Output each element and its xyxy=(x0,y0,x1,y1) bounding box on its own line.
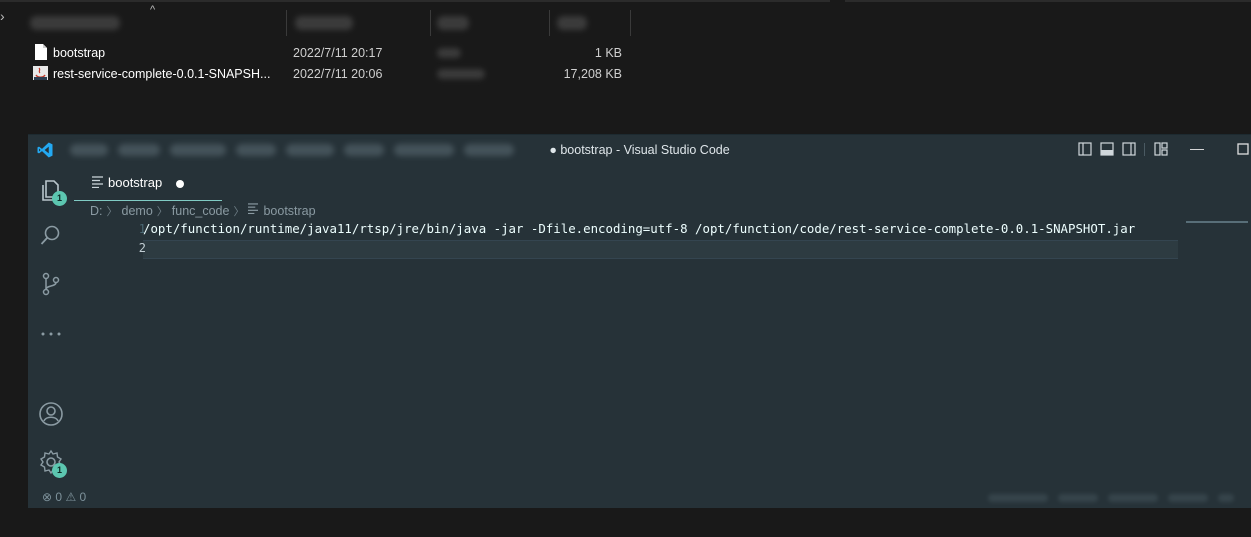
breadcrumb: D: 〉 demo 〉 func_code 〉 bootstrap xyxy=(90,203,316,219)
error-count: 0 xyxy=(55,490,63,504)
file-row[interactable]: rest-service-complete-0.0.1-SNAPSH... 20… xyxy=(0,64,640,84)
column-header-date[interactable] xyxy=(295,16,353,30)
java-jar-icon xyxy=(33,66,48,80)
status-item-blurred[interactable] xyxy=(1168,494,1208,502)
error-icon: ⊗ xyxy=(42,490,53,504)
customize-layout-icon[interactable] xyxy=(1154,142,1168,156)
column-separator[interactable] xyxy=(630,10,631,36)
breadcrumb-drive[interactable]: D: xyxy=(90,204,103,218)
vscode-window: ● bootstrap - Visual Studio Code — 1 1 b… xyxy=(28,134,1251,508)
window-title: ● bootstrap - Visual Studio Code xyxy=(549,143,730,157)
source-control-icon[interactable] xyxy=(38,271,64,297)
activity-bar: 1 1 xyxy=(28,165,74,508)
line-text[interactable]: /opt/function/runtime/java11/rtsp/jre/bi… xyxy=(143,221,1135,236)
account-icon[interactable] xyxy=(38,401,64,427)
editor-tab-bar: bootstrap xyxy=(74,165,1251,201)
editor-line-current[interactable]: 2 xyxy=(74,240,1184,259)
status-item-blurred[interactable] xyxy=(1058,494,1098,502)
explorer-top-border xyxy=(0,0,830,2)
file-name: bootstrap xyxy=(53,46,106,60)
titlebar-divider xyxy=(1144,143,1145,156)
more-actions-icon[interactable] xyxy=(38,321,64,347)
tab-bootstrap[interactable]: bootstrap xyxy=(74,165,222,201)
text-file-icon xyxy=(35,44,47,60)
file-size: 1 KB xyxy=(594,46,622,60)
toggle-secondary-sidebar-icon[interactable] xyxy=(1122,142,1136,156)
column-separator[interactable] xyxy=(549,10,550,36)
line-number: 2 xyxy=(138,241,146,255)
column-separator[interactable] xyxy=(286,10,287,36)
current-line-highlight xyxy=(143,240,1178,259)
file-explorer-window: › ^ bootstrap 2022/7/11 20:17 1 KB rest-… xyxy=(0,0,1251,130)
file-type-blurred xyxy=(437,48,461,58)
maximize-button[interactable] xyxy=(1237,143,1249,155)
status-bar: ⊗ 0 ⚠ 0 xyxy=(28,487,1251,508)
column-header-size[interactable] xyxy=(557,16,587,30)
code-editor[interactable]: 1 /opt/function/runtime/java11/rtsp/jre/… xyxy=(74,221,1184,461)
file-date: 2022/7/11 20:17 xyxy=(293,46,383,60)
file-type-blurred xyxy=(437,69,485,79)
line-number: 1 xyxy=(138,222,146,236)
breadcrumb-folder-demo[interactable]: demo xyxy=(122,204,153,218)
title-bar: ● bootstrap - Visual Studio Code — xyxy=(28,135,1251,165)
column-header-name[interactable] xyxy=(30,16,120,30)
tab-label: bootstrap xyxy=(108,175,163,190)
breadcrumb-file[interactable]: bootstrap xyxy=(263,204,315,218)
sort-ascending-icon[interactable]: ^ xyxy=(150,4,155,16)
status-item-blurred[interactable] xyxy=(988,494,1048,502)
column-header-type[interactable] xyxy=(437,16,469,30)
warning-icon: ⚠ xyxy=(65,490,77,504)
breadcrumb-folder-func-code[interactable]: func_code xyxy=(172,204,230,218)
plaintext-file-icon xyxy=(248,203,259,215)
minimap[interactable] xyxy=(1186,221,1248,225)
file-size: 17,208 KB xyxy=(563,67,622,81)
chevron-right-icon: 〉 xyxy=(233,206,245,218)
file-name: rest-service-complete-0.0.1-SNAPSH... xyxy=(53,67,271,81)
plaintext-file-icon xyxy=(92,176,103,188)
explorer-badge: 1 xyxy=(52,191,67,206)
status-item-blurred[interactable] xyxy=(1218,494,1234,502)
unsaved-dot-icon[interactable] xyxy=(176,180,184,188)
toggle-panel-icon[interactable] xyxy=(1100,142,1114,156)
file-date: 2022/7/11 20:06 xyxy=(293,67,383,81)
problems-indicator[interactable]: ⊗ 0 ⚠ 0 xyxy=(42,490,86,504)
minimize-button[interactable]: — xyxy=(1190,140,1204,156)
chevron-right-icon: 〉 xyxy=(106,206,118,218)
chevron-right-icon: 〉 xyxy=(156,206,168,218)
status-item-blurred[interactable] xyxy=(1108,494,1158,502)
column-separator[interactable] xyxy=(430,10,431,36)
explorer-top-border-right xyxy=(845,0,1251,2)
editor-line[interactable]: 1 /opt/function/runtime/java11/rtsp/jre/… xyxy=(74,221,1184,240)
toggle-primary-sidebar-icon[interactable] xyxy=(1078,142,1092,156)
search-icon[interactable] xyxy=(38,223,64,249)
settings-badge: 1 xyxy=(52,463,67,478)
file-row[interactable]: bootstrap 2022/7/11 20:17 1 KB xyxy=(0,43,640,63)
expand-arrow-icon[interactable]: › xyxy=(0,8,5,24)
warning-count: 0 xyxy=(79,490,87,504)
